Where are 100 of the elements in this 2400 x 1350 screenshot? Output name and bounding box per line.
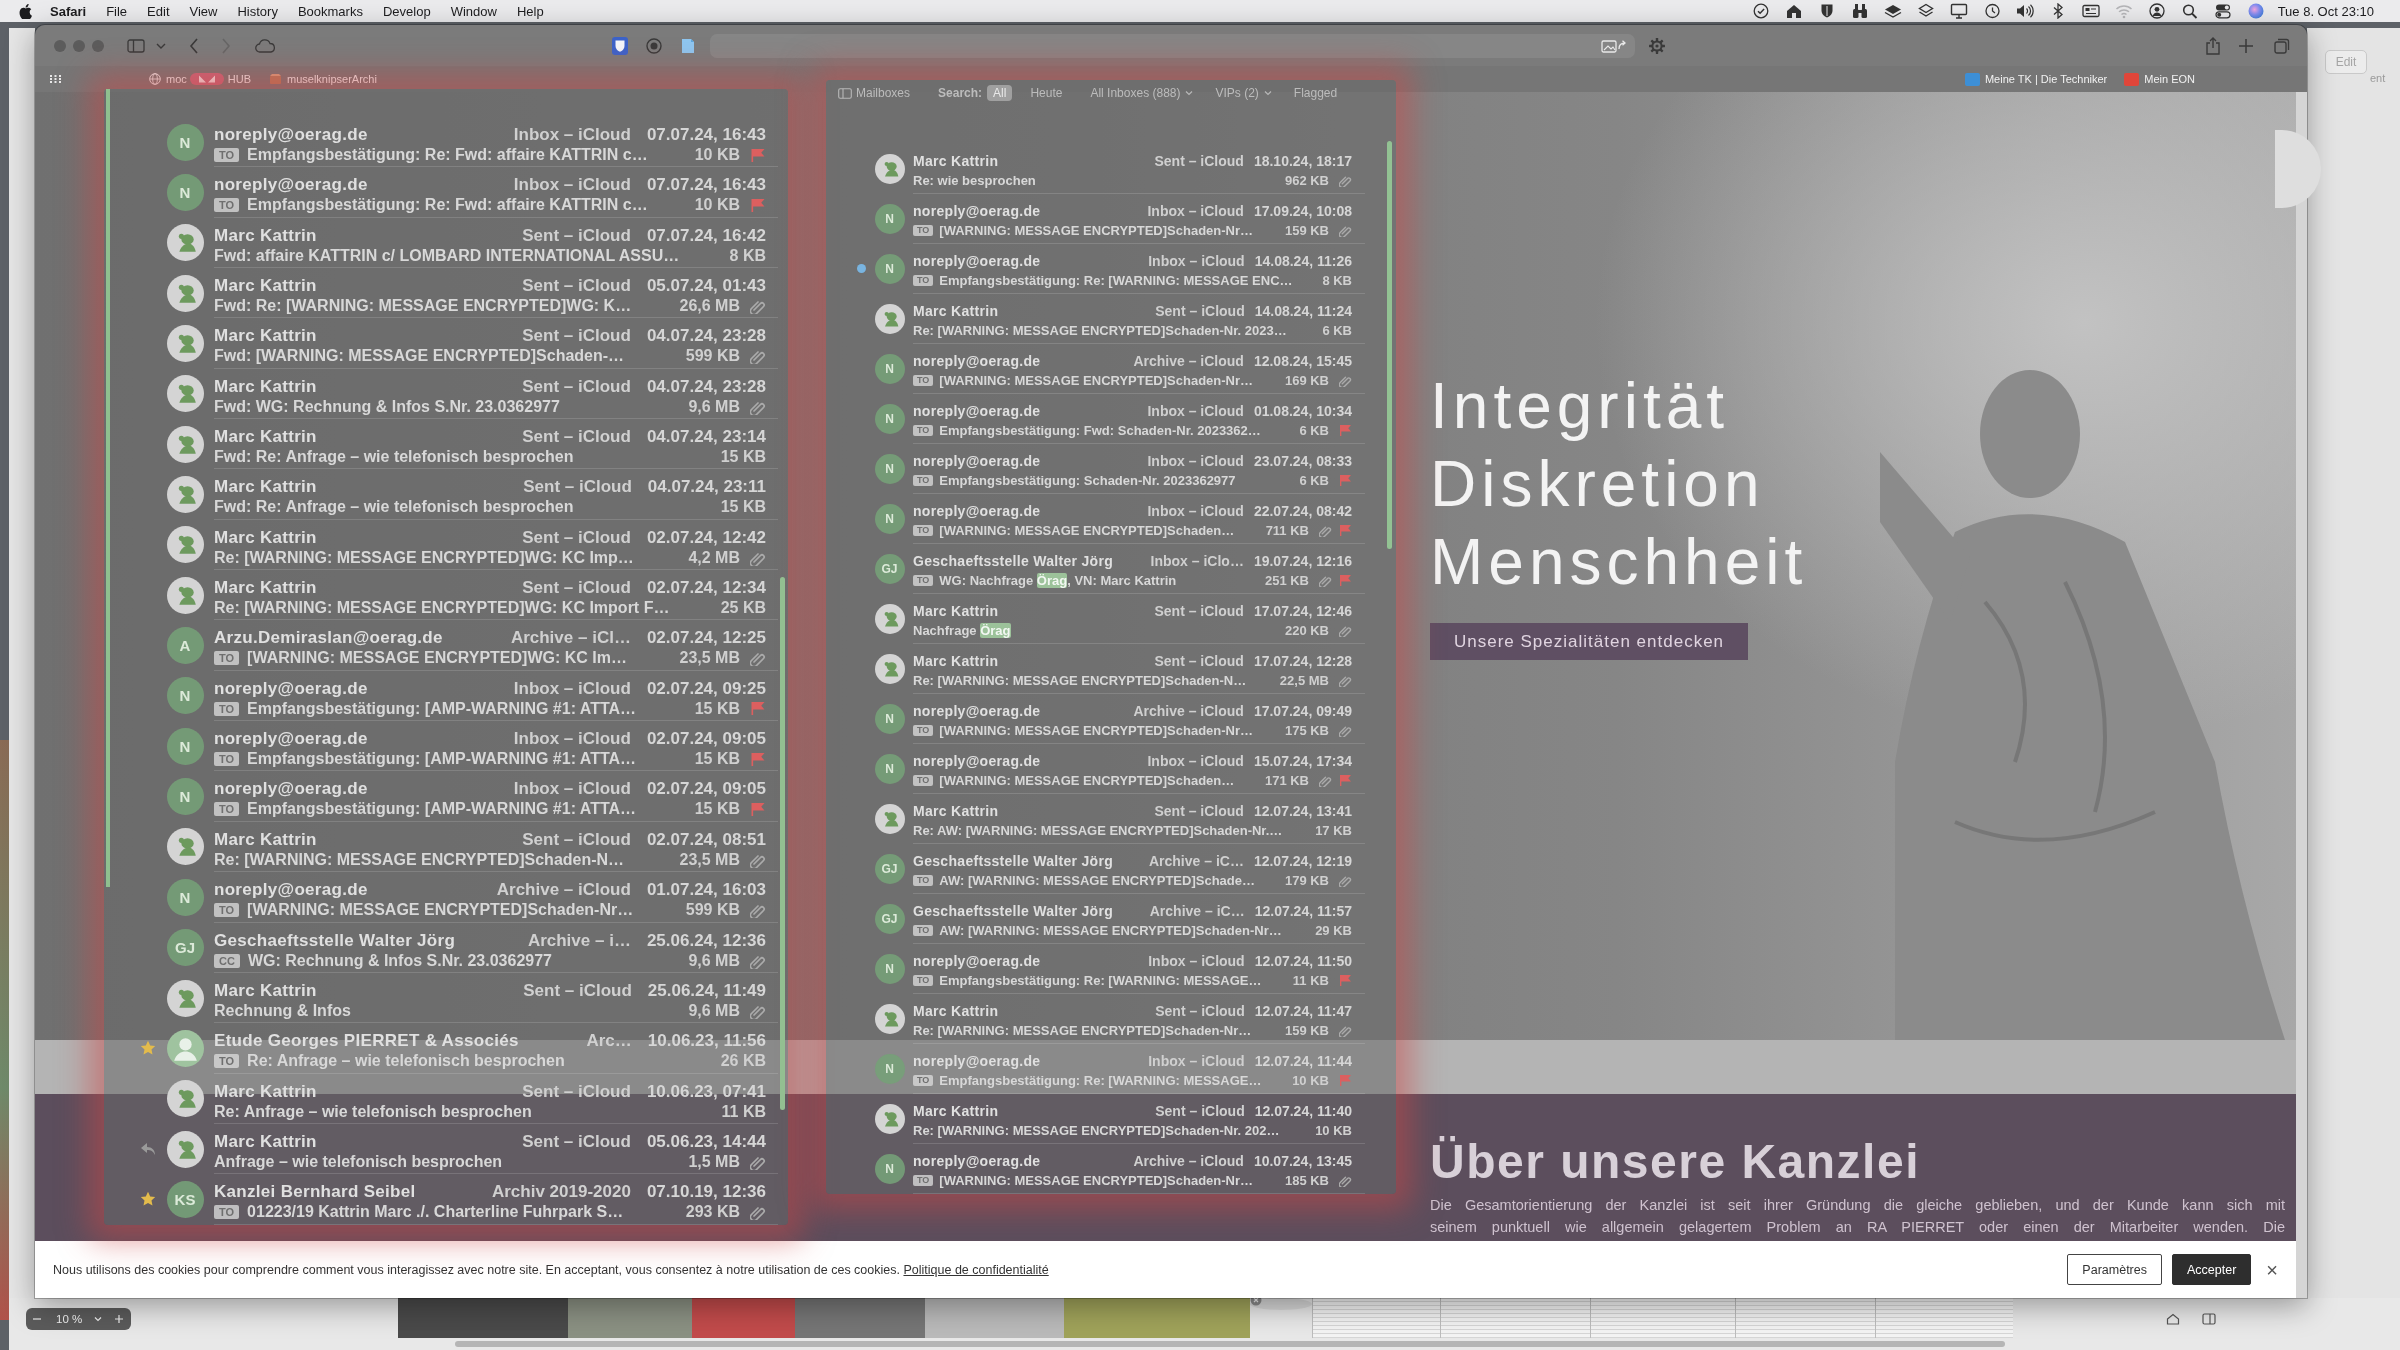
settings-button[interactable]: Paramètres xyxy=(2067,1254,2162,1285)
photo-thumbnail[interactable] xyxy=(1064,1298,1250,1338)
subject-text: Re: [WARNING: MESSAGE ENCRYPTED]Schaden-N… xyxy=(214,850,626,869)
check-circle-icon[interactable] xyxy=(1751,3,1770,19)
bookmark-link[interactable]: Meine TK | Die Techniker xyxy=(1984,73,2108,85)
window-close-button[interactable] xyxy=(54,39,66,52)
subject-text: Fwd: [WARNING: MESSAGE ENCRYPTED]Schaden-… xyxy=(214,347,626,366)
mailbox-label: Archive – iCloud xyxy=(1133,353,1244,369)
toggles-icon[interactable] xyxy=(2213,3,2232,19)
specialties-button[interactable]: Unsere Spezialitäten entdecken xyxy=(1430,623,1749,660)
stack-icon[interactable] xyxy=(1916,3,1935,19)
menu-item[interactable]: View xyxy=(189,3,218,19)
plus-icon[interactable] xyxy=(2238,37,2254,54)
note-icon[interactable] xyxy=(680,37,696,54)
shield-icon[interactable] xyxy=(612,36,628,55)
subject-text: [WARNING: MESSAGE ENCRYPTED]Schaden… xyxy=(939,522,1236,538)
clock-text[interactable]: Tue 8. Oct 23:10 xyxy=(2277,3,2374,19)
message-size: 6 KB xyxy=(1322,322,1352,338)
recipient-tag: TO xyxy=(214,903,240,918)
menu-item[interactable]: Window xyxy=(450,3,497,19)
document-thumbnail[interactable] xyxy=(1590,1298,1735,1338)
scrollbar-thumb[interactable] xyxy=(780,577,785,1110)
photo-thumbnail[interactable] xyxy=(568,1298,692,1338)
record-icon[interactable] xyxy=(646,37,662,54)
app-menu[interactable]: Safari xyxy=(50,3,87,19)
display-icon[interactable] xyxy=(1949,3,1968,19)
scrollbar-thumb[interactable] xyxy=(455,1341,2005,1347)
cloud-icon[interactable] xyxy=(254,38,276,53)
sender-name: Marc Kattrin xyxy=(214,527,318,548)
chevron-down-icon[interactable] xyxy=(156,42,166,49)
message-size: 599 KB xyxy=(685,347,740,366)
sender-name: noreply@oerag.de xyxy=(913,203,1042,219)
bookmark-link[interactable]: Mein EON xyxy=(2144,73,2195,85)
recipient-tag: TO xyxy=(913,424,934,436)
sender-name: noreply@oerag.de xyxy=(214,779,369,800)
keyboard-icon[interactable] xyxy=(2081,3,2100,19)
date-time: 10.06.23, 07:41 xyxy=(646,1081,766,1102)
house-outline-icon[interactable] xyxy=(2166,1312,2180,1325)
recipient-tag: TO xyxy=(913,1174,934,1186)
orb-icon[interactable] xyxy=(2246,3,2265,19)
window-zoom-button[interactable] xyxy=(92,39,104,52)
address-field[interactable] xyxy=(710,33,1635,58)
date-time: 15.07.24, 17:34 xyxy=(1253,753,1352,769)
clock-icon[interactable] xyxy=(1982,3,2001,19)
search-icon[interactable] xyxy=(2180,3,2199,19)
message-size: 10 KB xyxy=(694,196,740,215)
subject-text: Re: [WARNING: MESSAGE ENCRYPTED]WG: KC Imp… xyxy=(214,548,635,567)
volume-icon[interactable] xyxy=(2015,3,2034,19)
mailbox-label: Inbox – iCloud xyxy=(1147,503,1244,519)
panel-icon[interactable] xyxy=(2202,1312,2216,1325)
mailbox-label: Archive – iCl… xyxy=(510,628,631,649)
sender-name: noreply@oerag.de xyxy=(214,880,369,901)
menu-item[interactable]: Develop xyxy=(382,3,431,19)
gear-icon[interactable] xyxy=(1649,37,1665,54)
photo-thumbnail[interactable] xyxy=(1250,1298,1312,1310)
sender-name: Marc Kattrin xyxy=(913,803,1000,819)
window-minimize-button[interactable] xyxy=(73,39,85,52)
document-thumbnail[interactable] xyxy=(1312,1298,1440,1338)
chevron-down-icon[interactable] xyxy=(1263,90,1272,96)
photo-thumbnail[interactable] xyxy=(398,1298,568,1338)
tabs-icon[interactable] xyxy=(2274,37,2290,54)
subject-text: Fwd: WG: Rechnung & Infos S.Nr. 23.0362977 xyxy=(214,397,561,416)
box-icon[interactable] xyxy=(269,73,282,85)
chevron-down-icon[interactable] xyxy=(1185,90,1194,96)
zoom-control[interactable]: 10 % xyxy=(26,1307,131,1330)
accept-button[interactable]: Accepter xyxy=(2171,1254,2252,1285)
user-circle-icon[interactable] xyxy=(2147,3,2166,19)
mailbox-label: Sent – iCloud xyxy=(1154,603,1244,619)
binoculars-icon[interactable] xyxy=(1850,3,1869,19)
subject-text: Re: AW: [WARNING: MESSAGE ENCRYPTED]Schaden-Nr.… xyxy=(913,822,1284,838)
subject-text: AW: [WARNING: MESSAGE ENCRYPTED]Schade… xyxy=(939,872,1256,888)
photo-thumbnail[interactable] xyxy=(692,1298,795,1338)
scrollbar-thumb[interactable] xyxy=(1387,141,1392,549)
menu-item[interactable]: History xyxy=(237,3,278,19)
sidebar-icon[interactable] xyxy=(838,87,852,99)
date-time: 17.07.24, 09:49 xyxy=(1253,703,1352,719)
close-button[interactable]: × xyxy=(2264,1259,2280,1280)
menu-item[interactable]: File xyxy=(106,3,128,19)
menu-item[interactable]: Bookmarks xyxy=(297,3,363,19)
photo-thumbnail[interactable] xyxy=(925,1298,1064,1338)
share-icon[interactable] xyxy=(2205,36,2221,55)
mailbox-label: Inbox – iCloud xyxy=(513,678,631,699)
picture-arrow-icon[interactable] xyxy=(1601,38,1627,53)
sender-name: Marc Kattrin xyxy=(214,427,318,448)
wifi-icon[interactable] xyxy=(2114,3,2133,19)
privacy-policy-link[interactable]: Politique de confidentialité xyxy=(903,1262,1049,1277)
grid-icon[interactable] xyxy=(50,75,61,83)
house-icon[interactable] xyxy=(1784,3,1803,19)
apple-logo-icon[interactable] xyxy=(19,3,32,19)
globe-icon[interactable] xyxy=(149,73,161,85)
document-thumbnail[interactable] xyxy=(1440,1298,1590,1338)
menu-item[interactable]: Edit xyxy=(147,3,170,19)
menu-item[interactable]: Help xyxy=(516,3,544,19)
document-thumbnail[interactable] xyxy=(1735,1298,1875,1338)
sidebar-toggle-icon[interactable] xyxy=(127,38,145,53)
layers-icon[interactable] xyxy=(1883,3,1902,19)
message-size: 11 KB xyxy=(1292,972,1329,988)
photo-thumbnail[interactable] xyxy=(795,1298,925,1338)
document-thumbnail[interactable] xyxy=(1875,1298,2013,1338)
sender-name: Marc Kattrin xyxy=(913,1103,1000,1119)
